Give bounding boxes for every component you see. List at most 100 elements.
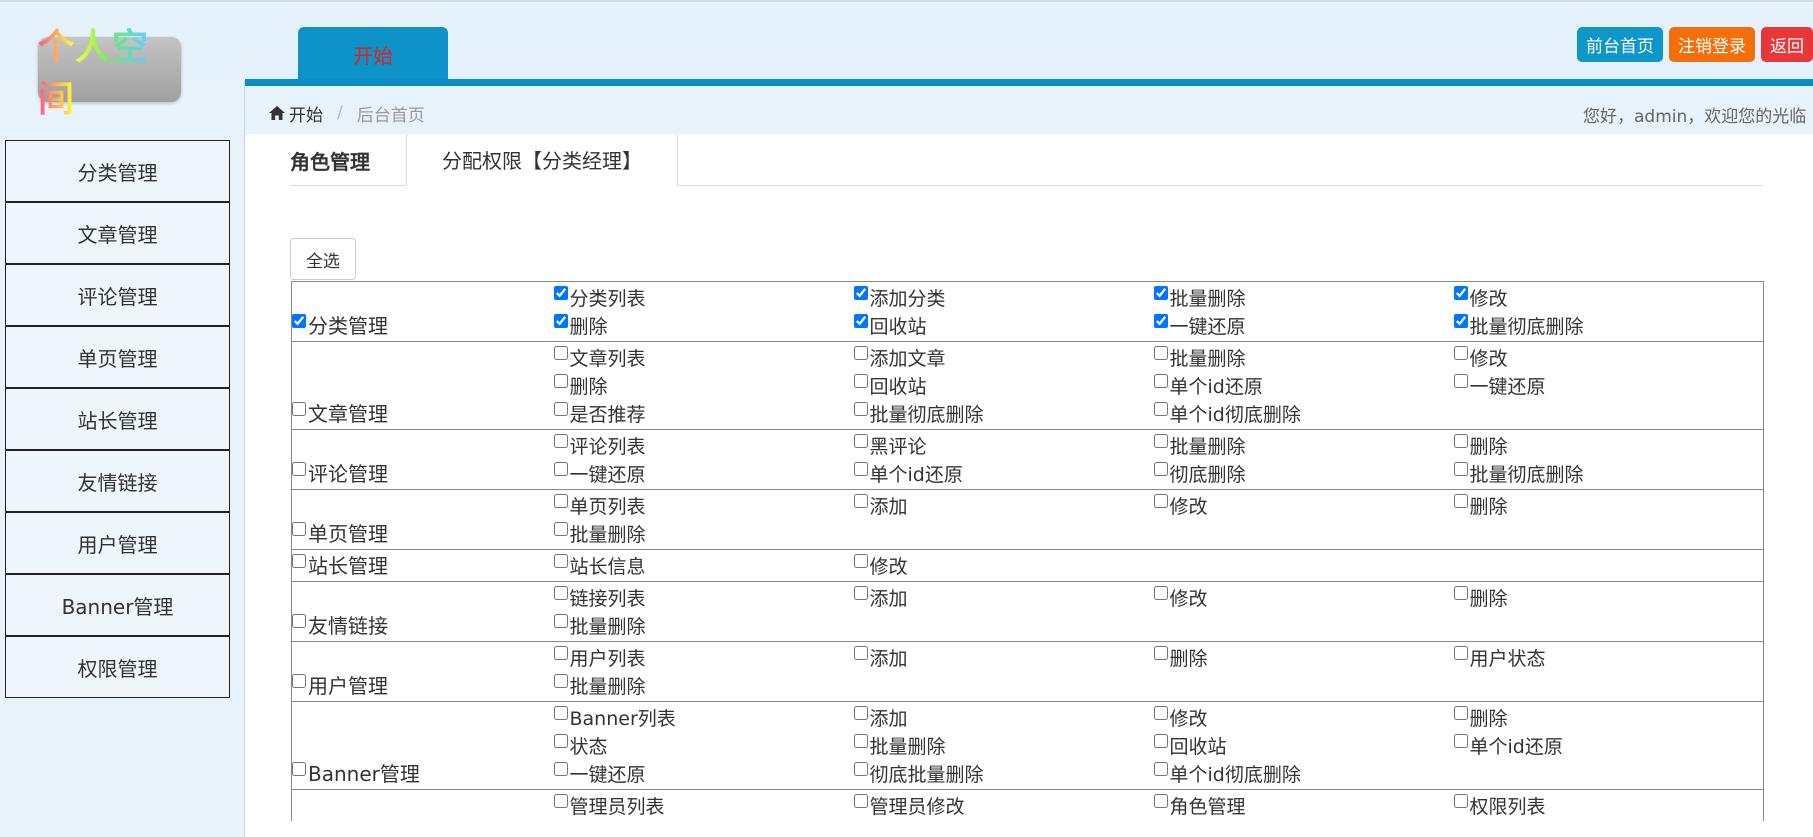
permission-checkbox[interactable] — [853, 494, 868, 508]
permission-checkbox-label[interactable]: 评论列表 — [553, 432, 646, 459]
permission-checkbox-label[interactable]: 删除 — [553, 312, 608, 339]
permission-checkbox[interactable] — [1453, 494, 1468, 508]
permission-checkbox-label[interactable]: 角色管理 — [1153, 792, 1246, 819]
permission-checkbox[interactable] — [553, 374, 568, 388]
sidebar-item[interactable]: 文章管理 — [5, 202, 230, 264]
permission-checkbox-label[interactable]: 链接列表 — [553, 584, 646, 611]
permission-checkbox-label[interactable]: 文章列表 — [553, 344, 646, 371]
permission-checkbox-label[interactable]: 批量彻底删除 — [1453, 312, 1584, 339]
permission-checkbox-label[interactable]: 分类列表 — [553, 284, 646, 311]
permission-checkbox[interactable] — [1453, 346, 1468, 360]
permission-checkbox-label[interactable]: 批量删除 — [1153, 284, 1246, 311]
permission-checkbox[interactable] — [853, 734, 868, 748]
permission-checkbox[interactable] — [553, 462, 568, 476]
permission-checkbox-label[interactable]: 用户列表 — [553, 644, 646, 671]
permission-checkbox[interactable] — [553, 346, 568, 360]
sidebar-item[interactable]: 用户管理 — [5, 512, 230, 574]
permission-checkbox[interactable] — [1153, 586, 1168, 600]
module-checkbox[interactable] — [292, 553, 306, 568]
permission-checkbox-label[interactable]: 单个id还原 — [1153, 372, 1263, 399]
permission-checkbox[interactable] — [553, 794, 568, 808]
permission-checkbox-label[interactable]: 一键还原 — [1453, 372, 1546, 399]
back-button[interactable]: 返回 — [1761, 27, 1813, 62]
permission-checkbox[interactable] — [1453, 646, 1468, 660]
permission-checkbox-label[interactable]: 回收站 — [853, 312, 927, 339]
permission-checkbox[interactable] — [1153, 462, 1168, 476]
module-checkbox-label[interactable]: 单页管理 — [292, 518, 388, 547]
permission-checkbox-label[interactable]: 添加分类 — [853, 284, 946, 311]
permission-checkbox[interactable] — [1453, 462, 1468, 476]
permission-checkbox-label[interactable]: 回收站 — [853, 372, 927, 399]
permission-checkbox-label[interactable]: 修改 — [1453, 284, 1508, 311]
sidebar-item[interactable]: 分类管理 — [5, 140, 230, 202]
permission-checkbox-label[interactable]: 一键还原 — [1153, 312, 1246, 339]
permission-checkbox-label[interactable]: 站长信息 — [553, 552, 646, 579]
permission-checkbox[interactable] — [1153, 434, 1168, 448]
module-checkbox-label[interactable]: Banner管理 — [292, 758, 420, 787]
permission-checkbox-label[interactable]: 批量删除 — [553, 612, 646, 639]
permission-checkbox-label[interactable]: 管理员修改 — [853, 792, 965, 819]
permission-checkbox[interactable] — [553, 646, 568, 660]
permission-checkbox[interactable] — [853, 314, 868, 328]
permission-checkbox[interactable] — [853, 346, 868, 360]
permission-checkbox-label[interactable]: 单页列表 — [553, 492, 646, 519]
permission-checkbox[interactable] — [853, 286, 868, 300]
permission-checkbox-label[interactable]: Banner列表 — [553, 704, 676, 731]
tab-assign-permissions[interactable]: 分配权限【分类经理】 — [406, 134, 678, 187]
permission-checkbox[interactable] — [553, 494, 568, 508]
permission-checkbox-label[interactable]: 删除 — [1453, 584, 1508, 611]
permission-checkbox[interactable] — [1153, 734, 1168, 748]
permission-checkbox[interactable] — [1153, 794, 1168, 808]
permission-checkbox[interactable] — [1153, 494, 1168, 508]
permission-checkbox[interactable] — [1453, 286, 1468, 300]
permission-checkbox-label[interactable]: 状态 — [553, 732, 608, 759]
permission-checkbox[interactable] — [853, 706, 868, 720]
permission-checkbox-label[interactable]: 彻底批量删除 — [853, 760, 984, 787]
module-checkbox[interactable] — [292, 521, 306, 536]
permission-checkbox-label[interactable]: 批量删除 — [553, 672, 646, 699]
module-checkbox-label[interactable]: 评论管理 — [292, 458, 388, 487]
permission-checkbox[interactable] — [553, 614, 568, 628]
permission-checkbox[interactable] — [553, 706, 568, 720]
permission-checkbox-label[interactable]: 删除 — [553, 372, 608, 399]
permission-checkbox-label[interactable]: 批量删除 — [1153, 344, 1246, 371]
permission-checkbox[interactable] — [1453, 314, 1468, 328]
tab-start[interactable]: 开始 — [298, 27, 448, 82]
permission-checkbox[interactable] — [1453, 706, 1468, 720]
permission-checkbox[interactable] — [553, 314, 568, 328]
permission-checkbox-label[interactable]: 批量彻底删除 — [1453, 460, 1584, 487]
permission-checkbox[interactable] — [1153, 314, 1168, 328]
permission-checkbox[interactable] — [553, 762, 568, 776]
permission-checkbox[interactable] — [1453, 794, 1468, 808]
module-checkbox[interactable] — [292, 461, 306, 476]
permission-checkbox-label[interactable]: 单个id彻底删除 — [1153, 760, 1301, 787]
permission-checkbox[interactable] — [1153, 402, 1168, 416]
permission-checkbox-label[interactable]: 添加 — [853, 644, 908, 671]
permission-checkbox-label[interactable]: 单个id还原 — [853, 460, 963, 487]
permission-checkbox-label[interactable]: 单个id还原 — [1453, 732, 1563, 759]
module-checkbox[interactable] — [292, 613, 306, 628]
sidebar-item[interactable]: 站长管理 — [5, 388, 230, 450]
permission-checkbox[interactable] — [853, 434, 868, 448]
permission-checkbox-label[interactable]: 添加 — [853, 704, 908, 731]
permission-checkbox-label[interactable]: 删除 — [1153, 644, 1208, 671]
permission-checkbox-label[interactable]: 修改 — [1153, 704, 1208, 731]
permission-checkbox-label[interactable]: 修改 — [1453, 344, 1508, 371]
permission-checkbox-label[interactable]: 添加 — [853, 492, 908, 519]
permission-checkbox[interactable] — [553, 402, 568, 416]
module-checkbox[interactable] — [292, 401, 306, 416]
module-checkbox-label[interactable]: 友情链接 — [292, 610, 388, 639]
permission-checkbox-label[interactable]: 一键还原 — [553, 460, 646, 487]
permission-checkbox[interactable] — [853, 762, 868, 776]
permission-checkbox[interactable] — [853, 374, 868, 388]
permission-checkbox-label[interactable]: 修改 — [1153, 584, 1208, 611]
permission-checkbox-label[interactable]: 修改 — [1153, 492, 1208, 519]
permission-checkbox[interactable] — [1153, 646, 1168, 660]
breadcrumb-home[interactable]: 开始 — [269, 101, 323, 126]
module-checkbox[interactable] — [292, 761, 306, 776]
permission-checkbox[interactable] — [853, 402, 868, 416]
permission-checkbox-label[interactable]: 批量删除 — [853, 732, 946, 759]
permission-checkbox[interactable] — [853, 646, 868, 660]
permission-checkbox[interactable] — [1153, 706, 1168, 720]
permission-checkbox[interactable] — [1453, 586, 1468, 600]
